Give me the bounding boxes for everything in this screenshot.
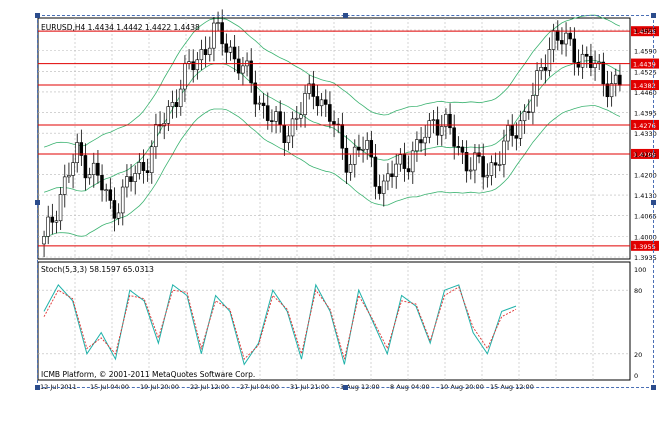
resize-handle[interactable] bbox=[35, 200, 40, 205]
resize-handle[interactable] bbox=[651, 13, 656, 18]
resize-handle[interactable] bbox=[651, 200, 656, 205]
resize-handle[interactable] bbox=[343, 13, 348, 18]
resize-handle[interactable] bbox=[35, 13, 40, 18]
resize-handle[interactable] bbox=[35, 385, 40, 390]
resize-handle[interactable] bbox=[651, 385, 656, 390]
resize-handle[interactable] bbox=[343, 385, 348, 390]
chart-window: 1.4525 1.4439 1.4382 1.4276 1.4199 1.3955 1.4… bbox=[0, 0, 672, 426]
selection-border bbox=[37, 15, 654, 388]
